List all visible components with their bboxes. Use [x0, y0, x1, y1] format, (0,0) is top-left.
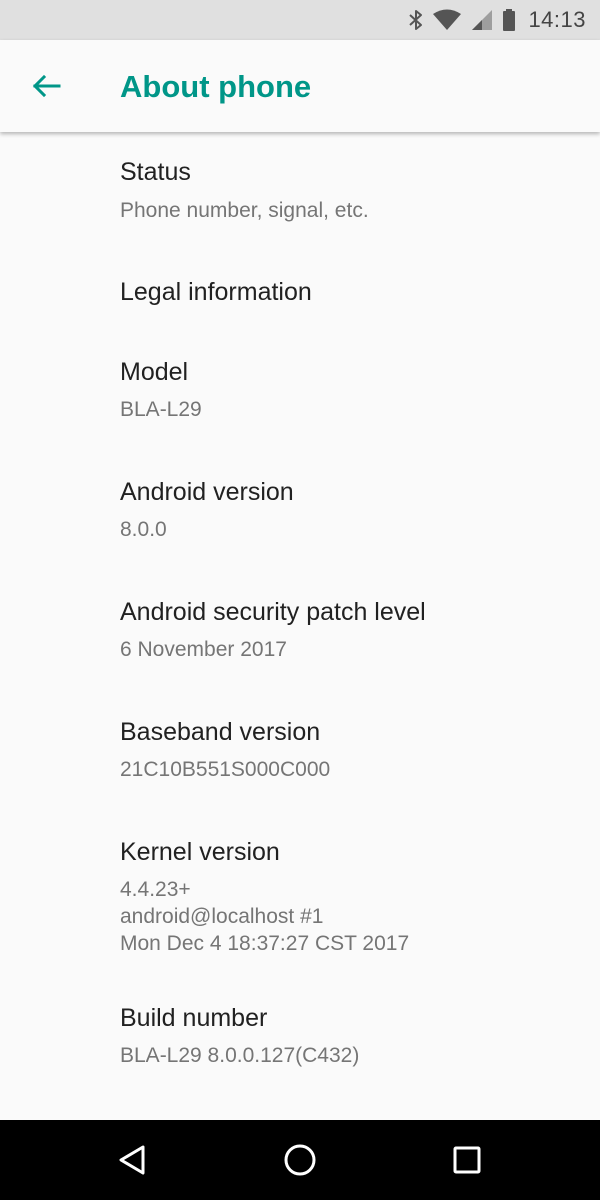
pref-summary: 4.4.23+ android@localhost #1 Mon Dec 4 1… — [120, 878, 410, 955]
bluetooth-icon — [409, 10, 423, 30]
wifi-icon — [433, 9, 462, 30]
nav-bar — [0, 1120, 600, 1200]
pref-android-version[interactable]: Android version 8.0.0 — [0, 452, 600, 572]
pref-build-number[interactable]: Build number BLA-L29 8.0.0.127(C432) — [0, 978, 600, 1098]
pref-title: Legal information — [120, 278, 312, 306]
pref-legal-information[interactable]: Legal information — [0, 252, 600, 332]
pref-title: Android version — [120, 478, 294, 506]
status-time: 14:13 — [528, 7, 586, 32]
pref-title: Build number — [120, 1004, 268, 1032]
pref-security-patch-level[interactable]: Android security patch level 6 November … — [0, 572, 600, 692]
app-bar: About phone — [0, 40, 600, 132]
pref-baseband-version[interactable]: Baseband version 21C10B551S000C000 — [0, 692, 600, 812]
nav-recents-button[interactable] — [443, 1136, 491, 1184]
home-circle-icon — [284, 1144, 316, 1176]
pref-title: Status — [120, 158, 191, 186]
pref-summary: Phone number, signal, etc. — [120, 199, 369, 222]
pref-model[interactable]: Model BLA-L29 — [0, 332, 600, 452]
cell-signal-icon — [472, 10, 493, 30]
pref-title: Android security patch level — [120, 598, 426, 626]
pref-summary: 6 November 2017 — [120, 638, 287, 661]
pref-title: Kernel version — [120, 838, 280, 866]
recents-square-icon — [453, 1146, 481, 1174]
pref-summary: 8.0.0 — [120, 518, 167, 541]
pref-status[interactable]: Status Phone number, signal, etc. — [0, 132, 600, 252]
pref-title: Baseband version — [120, 718, 321, 746]
battery-icon — [503, 9, 516, 31]
pref-summary: 21C10B551S000C000 — [120, 758, 331, 781]
status-icons: 14:13 — [400, 0, 586, 40]
back-button[interactable] — [22, 62, 70, 110]
pref-title: Model — [120, 358, 189, 386]
nav-home-button[interactable] — [276, 1136, 324, 1184]
pref-summary: BLA-L29 — [120, 398, 202, 421]
pref-summary: BLA-L29 8.0.0.127(C432) — [120, 1044, 360, 1067]
arrow-back-icon — [32, 74, 61, 98]
pref-kernel-version[interactable]: Kernel version 4.4.23+ android@localhost… — [0, 812, 600, 978]
status-bar: 14:13 — [0, 0, 600, 40]
nav-back-button[interactable] — [108, 1136, 156, 1184]
page-title: About phone — [120, 69, 312, 104]
screen: 14:13 About phone Status Phone number, s… — [0, 0, 600, 1200]
back-triangle-icon — [119, 1145, 145, 1175]
